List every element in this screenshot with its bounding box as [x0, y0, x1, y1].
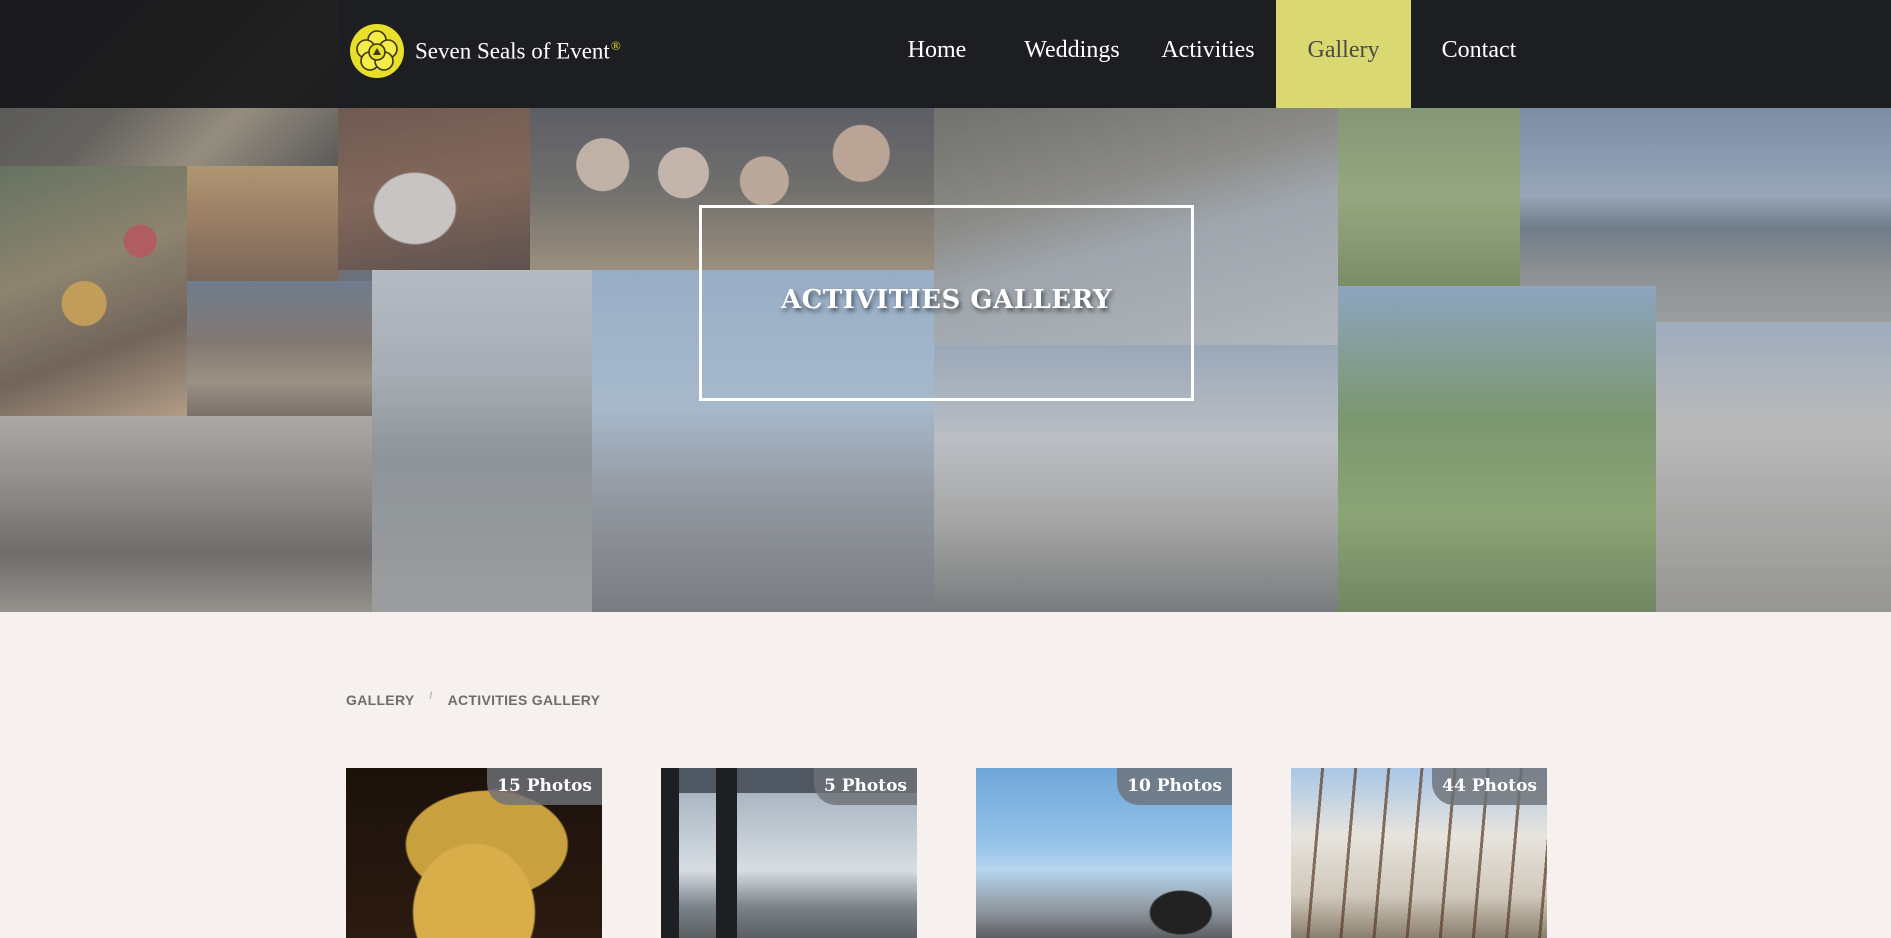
- breadcrumb: GALLERY / ACTIVITIES GALLERY: [346, 690, 601, 709]
- album-card[interactable]: 10 Photos: [976, 768, 1232, 938]
- album-card[interactable]: 5 Photos: [661, 768, 917, 938]
- registered-mark: ®: [610, 38, 621, 53]
- brand-name-text: Seven Seals of Event: [415, 38, 610, 64]
- album-card[interactable]: 44 Photos: [1291, 768, 1547, 938]
- photo-count-badge: 44 Photos: [1432, 768, 1547, 805]
- breadcrumb-separator: /: [429, 690, 433, 702]
- nav-home[interactable]: Home: [888, 0, 986, 108]
- nav-gallery-active[interactable]: Gallery: [1276, 0, 1411, 108]
- nav-weddings[interactable]: Weddings: [1016, 0, 1128, 108]
- breadcrumb-gallery[interactable]: GALLERY: [346, 692, 414, 708]
- album-card[interactable]: 15 Photos: [346, 768, 602, 938]
- breadcrumb-current: ACTIVITIES GALLERY: [447, 692, 601, 708]
- seal-emblem-icon[interactable]: [349, 23, 405, 79]
- nav-contact[interactable]: Contact: [1425, 0, 1533, 108]
- hero-title-frame: ACTIVITIES GALLERY: [699, 205, 1194, 401]
- site-header: Seven Seals of Event® Home Weddings Acti…: [0, 0, 1891, 108]
- photo-count-badge: 10 Photos: [1117, 768, 1232, 805]
- nav-activities[interactable]: Activities: [1150, 0, 1266, 108]
- hero-title: ACTIVITIES GALLERY: [781, 285, 1112, 315]
- photo-count-badge: 5 Photos: [814, 768, 917, 805]
- brand-name[interactable]: Seven Seals of Event®: [415, 38, 621, 65]
- photo-count-badge: 15 Photos: [487, 768, 602, 805]
